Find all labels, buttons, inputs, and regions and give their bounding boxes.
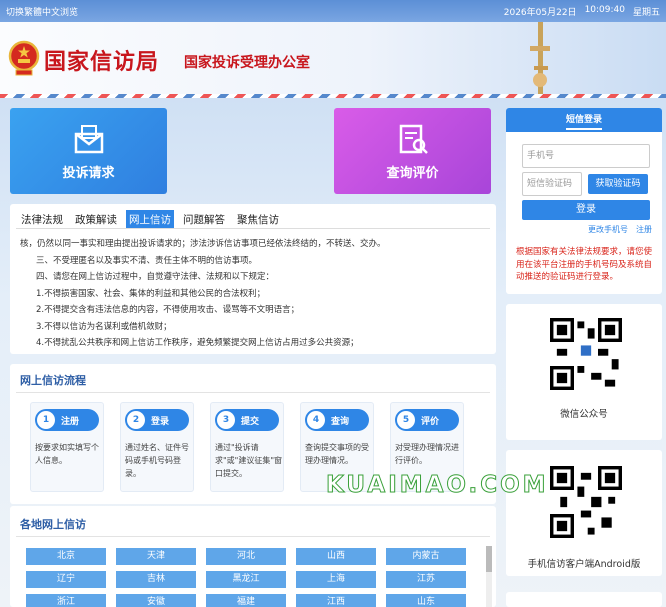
region-link[interactable]: 吉林 — [116, 571, 196, 588]
flow-step-submit[interactable]: 3 提交 通过"投诉请求"或"建议征集"窗口提交。 — [210, 402, 284, 492]
step-pill: 5 评价 — [395, 409, 459, 431]
get-code-button[interactable]: 获取验证码 — [588, 174, 648, 194]
current-time: 10:09:40 — [584, 5, 625, 15]
scrollbar-thumb[interactable] — [486, 546, 492, 572]
mail-icon — [74, 125, 104, 154]
site-subtitle: 国家投诉受理办公室 — [184, 55, 310, 71]
policy-line: 核，仍然以同一事实和理由提出投诉请求的；涉法涉诉信访事项已经依法终结的，不转送、… — [20, 239, 386, 249]
flow-title: 网上信访流程 — [20, 374, 86, 387]
step-description: 按要求如实填写个人信息。 — [35, 443, 99, 465]
tab-focus[interactable]: 聚焦信访 — [234, 210, 282, 229]
next-panel — [506, 592, 662, 607]
step-number: 2 — [127, 411, 145, 429]
login-panel: 短信登录 手机号 短信验证码 获取验证码 登录 更改手机号 注册 根据国家有关法… — [506, 108, 662, 294]
current-date: 2026年05月22日 — [503, 8, 577, 18]
region-link[interactable]: 浙江 — [26, 594, 106, 607]
region-link[interactable]: 江苏 — [386, 571, 466, 588]
policy-line: 四、请您在网上信访过程中，自觉遵守法律、法规和以下规定： — [36, 272, 275, 282]
policy-line: 4.不得扰乱公共秩序和网上信访工作秩序，避免频繁提交网上信访占用过多公共资源； — [36, 338, 359, 348]
watermark: KUAIMAO.COM — [326, 472, 549, 499]
step-label: 评价 — [421, 417, 440, 427]
region-link[interactable]: 内蒙古 — [386, 548, 466, 565]
login-button[interactable]: 登录 — [522, 200, 650, 220]
login-header: 短信登录 — [506, 108, 662, 132]
national-emblem-icon — [8, 40, 40, 76]
qr-code-icon — [550, 466, 622, 538]
region-link[interactable]: 北京 — [26, 548, 106, 565]
step-pill: 3 提交 — [215, 409, 279, 431]
regions-title: 各地网上信访 — [20, 518, 86, 531]
policy-tabs: 法律法规 政策解读 网上信访 问题解答 聚焦信访 — [18, 210, 282, 229]
current-weekday: 星期五 — [632, 8, 660, 18]
step-description: 通过姓名、证件号码或手机号码登录。 — [125, 443, 189, 478]
tab-divider — [16, 228, 490, 229]
step-label: 提交 — [241, 417, 260, 427]
step-label: 注册 — [61, 417, 80, 427]
step-description: 通过"投诉请求"或"建议征集"窗口提交。 — [215, 443, 283, 478]
query-evaluate-button[interactable]: 查询评价 — [334, 108, 491, 194]
step-description: 查询提交事项的受理办理情况。 — [305, 443, 369, 465]
step-number: 3 — [217, 411, 235, 429]
region-link[interactable]: 江西 — [296, 594, 376, 607]
document-search-icon — [399, 124, 428, 154]
step-pill: 2 登录 — [125, 409, 189, 431]
airmail-stripe — [0, 94, 666, 98]
phone-input[interactable]: 手机号 — [522, 144, 650, 168]
top-bar: 切换繁體中文浏览 2026年05月22日 10:09:40 星期五 — [0, 0, 666, 22]
region-link[interactable]: 辽宁 — [26, 571, 106, 588]
regions-divider — [16, 536, 490, 537]
flow-step-register[interactable]: 1 注册 按要求如实填写个人信息。 — [30, 402, 104, 492]
region-link[interactable]: 河北 — [206, 548, 286, 565]
complaint-request-label: 投诉请求 — [62, 166, 115, 181]
tab-policy-interpretation[interactable]: 政策解读 — [72, 210, 120, 229]
step-pill: 4 查询 — [305, 409, 369, 431]
region-link[interactable]: 山西 — [296, 548, 376, 565]
region-scrollbar[interactable] — [486, 546, 492, 607]
register-link[interactable]: 注册 — [636, 224, 652, 235]
language-switch-link[interactable]: 切换繁體中文浏览 — [6, 5, 78, 18]
site-title[interactable]: 国家信访局 — [44, 44, 159, 76]
region-link[interactable]: 安徽 — [116, 594, 196, 607]
qr-code-icon — [550, 318, 622, 390]
regional-petition-panel: 各地网上信访 北京 天津 河北 山西 内蒙古 辽宁 吉林 黑龙江 上海 江苏 浙… — [10, 506, 496, 607]
policy-line: 三、不受理匿名以及事实不清、责任主体不明的信访事项。 — [36, 255, 258, 266]
flow-step-login[interactable]: 2 登录 通过姓名、证件号码或手机号码登录。 — [120, 402, 194, 492]
wechat-qr-panel: 微信公众号 — [506, 304, 662, 440]
sms-code-input[interactable]: 短信验证码 — [522, 172, 582, 196]
region-link[interactable]: 天津 — [116, 548, 196, 565]
tab-online-petition[interactable]: 网上信访 — [126, 210, 174, 229]
query-evaluate-label: 查询评价 — [386, 166, 439, 181]
step-pill: 1 注册 — [35, 409, 99, 431]
step-description: 对受理办理情况进行评价。 — [395, 443, 459, 465]
region-link[interactable]: 福建 — [206, 594, 286, 607]
flow-divider — [16, 392, 490, 393]
policy-panel: 法律法规 政策解读 网上信访 问题解答 聚焦信访 核，仍然以同一事实和理由提出投… — [10, 204, 496, 354]
region-link[interactable]: 上海 — [296, 571, 376, 588]
complaint-request-button[interactable]: 投诉请求 — [10, 108, 167, 194]
step-number: 1 — [37, 411, 55, 429]
login-notice: 根据国家有关法律法规要求，请您使用在该平台注册的手机号码及系统自动推送的验证码进… — [516, 247, 653, 282]
tab-faq[interactable]: 问题解答 — [180, 210, 228, 229]
step-number: 5 — [397, 411, 415, 429]
policy-line: 2.不得提交含有违法信息的内容，不得使用攻击、谩骂等不文明语言； — [36, 305, 300, 315]
policy-text: 核，仍然以同一事实和理由提出投诉请求的；涉法涉诉信访事项已经依法终结的，不转送、… — [20, 236, 490, 352]
policy-line: 3.不得以信访为名谋利或借机敛财； — [36, 321, 172, 332]
step-number: 4 — [307, 411, 325, 429]
policy-line: 1.不得损害国家、社会、集体的利益和其他公民的合法权利； — [36, 288, 266, 299]
android-qr-label: 手机信访客户端Android版 — [527, 559, 641, 570]
tab-laws[interactable]: 法律法规 — [18, 210, 66, 229]
tower-illustration — [530, 22, 550, 94]
region-link[interactable]: 黑龙江 — [206, 571, 286, 588]
step-label: 登录 — [151, 417, 170, 427]
tab-sms-login[interactable]: 短信登录 — [565, 115, 602, 130]
site-header: 国家信访局 国家投诉受理办公室 — [0, 22, 666, 94]
change-phone-link[interactable]: 更改手机号 — [588, 224, 628, 235]
wechat-qr-label: 微信公众号 — [560, 409, 608, 420]
step-label: 查询 — [331, 417, 350, 427]
region-link[interactable]: 山东 — [386, 594, 466, 607]
android-qr-panel: 手机信访客户端Android版 — [506, 450, 662, 576]
